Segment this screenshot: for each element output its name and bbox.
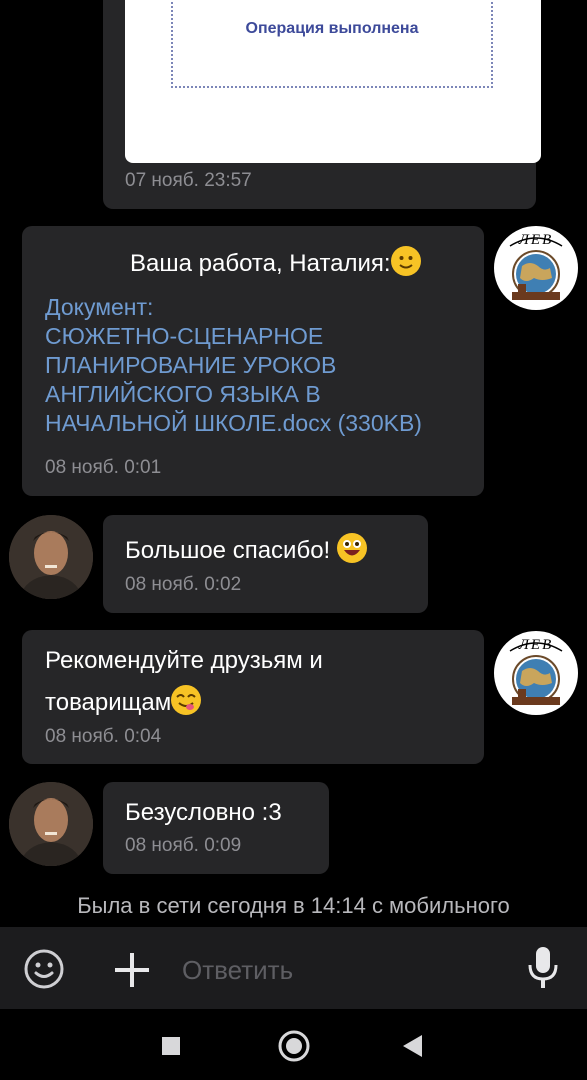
- message-text: Ваша работа, Наталия:: [130, 243, 421, 285]
- message-bubble-thanks[interactable]: Большое спасибо! 08 нояб. 0:02: [103, 515, 428, 613]
- message-text: Рекомендуйте друзьям и товарищам: [45, 640, 323, 724]
- message-timestamp: 08 нояб. 0:09: [125, 835, 242, 856]
- document-attachment-link[interactable]: Документ: СЮЖЕТНО-СЦЕНАРНОЕ ПЛАНИРОВАНИЕ…: [45, 293, 475, 438]
- message-text-line1: Рекомендуйте друзьям и: [45, 647, 323, 674]
- composer-bar: [0, 927, 587, 1009]
- message-bubble-reply[interactable]: Безусловно :3 08 нояб. 0:09: [103, 782, 329, 874]
- receipt-status-text: Операция выполнена: [245, 20, 419, 37]
- message-timestamp: 08 нояб. 0:01: [45, 457, 162, 478]
- bot-avatar-label: ЛЕВ: [518, 637, 554, 653]
- receipt-message-bubble[interactable]: Операция выполнена 07 нояб. 23:57: [103, 0, 541, 209]
- message-bubble-document[interactable]: Ваша работа, Наталия: Документ: СЮЖЕТНО-…: [22, 226, 484, 496]
- user-photo: [9, 782, 93, 866]
- emoji-icon[interactable]: [23, 948, 65, 995]
- home-icon[interactable]: [277, 1029, 311, 1068]
- user-avatar[interactable]: [9, 515, 93, 599]
- reply-input[interactable]: [180, 947, 504, 993]
- android-nav-bar: [0, 1009, 587, 1080]
- user-avatar[interactable]: [9, 782, 93, 866]
- bot-avatar[interactable]: ЛЕВ: [494, 226, 578, 310]
- bot-avatar-label: ЛЕВ: [518, 232, 554, 248]
- message-timestamp: 07 нояб. 23:57: [125, 170, 252, 191]
- online-status: Была в сети сегодня в 14:14 с мобильного: [77, 893, 510, 918]
- message-text: Большое спасибо!: [125, 530, 367, 572]
- grinning-emoji: [336, 533, 367, 563]
- back-icon[interactable]: [400, 1033, 424, 1064]
- message-text-content: Большое спасибо!: [125, 537, 331, 564]
- message-timestamp: 08 нояб. 0:04: [45, 726, 162, 747]
- message-bubble-recommend[interactable]: Рекомендуйте друзьям и товарищам 08 нояб…: [22, 630, 484, 764]
- bot-avatar[interactable]: ЛЕВ: [494, 631, 578, 715]
- receipt-dotted-frame: [171, 0, 493, 88]
- slight-smile-emoji: [390, 246, 421, 276]
- recent-apps-icon[interactable]: [160, 1035, 182, 1062]
- yum-emoji: [171, 685, 202, 715]
- message-text: Безусловно :3: [125, 799, 282, 826]
- user-photo: [9, 515, 93, 599]
- plus-icon[interactable]: [113, 951, 151, 994]
- microphone-icon[interactable]: [525, 945, 561, 996]
- message-timestamp: 08 нояб. 0:02: [125, 574, 242, 595]
- receipt-card[interactable]: Операция выполнена: [125, 0, 541, 163]
- message-text-line2: товарищам: [45, 689, 172, 716]
- message-text-content: Ваша работа, Наталия:: [130, 250, 391, 277]
